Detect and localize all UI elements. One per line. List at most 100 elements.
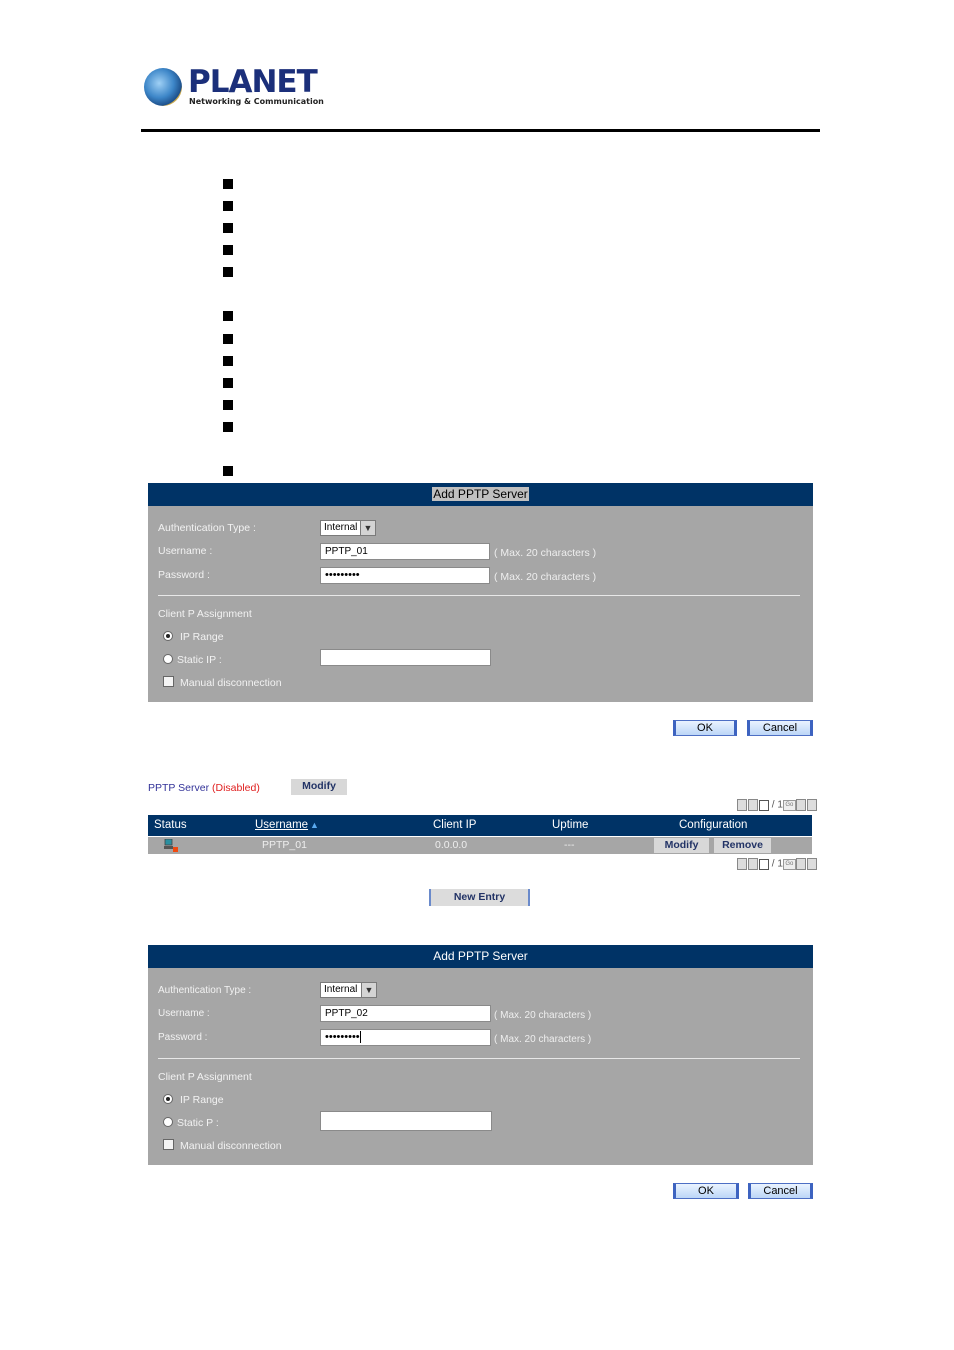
static-ip-label: Static IP : — [177, 654, 222, 666]
bullet-icon — [223, 356, 233, 366]
form1-divider — [158, 595, 800, 596]
client-ip-assignment-label: Client P Assignment — [158, 608, 252, 620]
password-value: ••••••••• — [325, 1031, 360, 1043]
next-page-icon[interactable] — [795, 858, 806, 870]
col-status: Status — [154, 819, 187, 831]
prev-page-icon[interactable] — [748, 799, 758, 811]
last-page-icon[interactable] — [806, 799, 817, 811]
password-label: Password : — [158, 569, 210, 581]
ip-range-radio[interactable] — [163, 1094, 173, 1104]
col-username-label: Username — [255, 819, 309, 831]
static-ip-label: Static P : — [177, 1117, 219, 1129]
auth-type-label: Authentication Type : — [158, 985, 252, 996]
pager-bottom: / 1 Go — [737, 858, 818, 871]
col-username-sort[interactable]: Username — [255, 815, 308, 836]
bullet-icon — [223, 267, 233, 277]
username-input[interactable]: PPTP_02 — [320, 1005, 491, 1022]
form1-title: Add PPTP Server — [432, 487, 529, 501]
form2-divider — [158, 1058, 800, 1059]
client-ip-assignment-label: Client P Assignment — [158, 1071, 252, 1083]
bullet-icon — [223, 378, 233, 388]
page-number-input[interactable] — [759, 858, 769, 870]
go-button[interactable]: Go — [782, 858, 796, 870]
bullet-icon — [223, 201, 233, 211]
manual-disconnection-checkbox[interactable] — [163, 1139, 174, 1150]
ip-range-radio[interactable] — [163, 631, 173, 641]
planet-logo-globe-icon — [144, 68, 182, 106]
static-ip-radio[interactable] — [163, 654, 173, 664]
new-entry-button[interactable]: New Entry — [429, 889, 530, 906]
username-hint: ( Max. 20 characters ) — [494, 547, 597, 559]
bullet-icon — [223, 334, 233, 344]
ip-range-label: IP Range — [180, 631, 224, 643]
form1-body — [148, 506, 813, 702]
auth-type-label: Authentication Type : — [158, 522, 256, 534]
auth-type-select[interactable]: Internal ▼ — [320, 982, 377, 998]
table-row: PPTP_01 0.0.0.0 --- Modify Remove — [148, 837, 812, 854]
col-configuration: Configuration — [679, 819, 748, 831]
brand-tagline: Networking & Communication — [189, 97, 324, 106]
page-total: / 1 — [771, 858, 783, 870]
form2-header: Add PPTP Server — [148, 945, 813, 968]
static-ip-input[interactable] — [320, 649, 491, 666]
pptp-server-modify-button[interactable]: Modify — [291, 779, 347, 795]
username-input[interactable]: PPTP_01 — [320, 543, 490, 560]
row-modify-button[interactable]: Modify — [654, 838, 709, 853]
manual-disconnection-checkbox[interactable] — [163, 676, 174, 687]
disconnected-status-icon — [164, 838, 178, 852]
cancel-button[interactable]: Cancel — [748, 1183, 813, 1199]
first-page-icon[interactable] — [737, 858, 747, 870]
auth-type-value: Internal — [324, 522, 358, 533]
chevron-down-icon[interactable]: ▼ — [361, 983, 376, 997]
form2-title: Add PPTP Server — [433, 949, 528, 963]
go-button[interactable]: Go — [782, 799, 796, 811]
auth-type-value: Internal — [324, 984, 358, 995]
bullet-icon — [223, 466, 233, 476]
ok-button[interactable]: OK — [673, 1183, 739, 1199]
last-page-icon[interactable] — [806, 858, 817, 870]
bullet-icon — [223, 223, 233, 233]
password-input[interactable]: ••••••••• — [320, 1029, 491, 1046]
chevron-down-icon[interactable]: ▼ — [360, 521, 375, 535]
form1-header: Add PPTP Server — [148, 483, 813, 506]
static-ip-input[interactable] — [320, 1111, 492, 1131]
password-label: Password : — [158, 1032, 208, 1043]
password-hint: ( Max. 20 characters ) — [494, 571, 597, 583]
table-header: Status Username ▲ Client IP Uptime Confi… — [148, 815, 812, 836]
text-cursor — [359, 1031, 361, 1044]
password-hint: ( Max. 20 characters ) — [494, 1034, 592, 1045]
row-client-ip: 0.0.0.0 — [435, 839, 468, 851]
row-uptime: --- — [564, 839, 575, 851]
header-divider — [141, 129, 820, 132]
col-uptime: Uptime — [552, 819, 589, 831]
static-ip-radio[interactable] — [163, 1117, 173, 1127]
pager-top: / 1 Go — [737, 799, 818, 812]
row-username: PPTP_01 — [262, 839, 307, 851]
brand-name: PLANET — [188, 64, 318, 100]
bullet-icon — [223, 245, 233, 255]
pptp-server-status: PPTP Server (Disabled) — [148, 781, 260, 795]
row-remove-button[interactable]: Remove — [714, 838, 771, 853]
bullet-icon — [223, 179, 233, 189]
pptp-server-disabled-badge: (Disabled) — [212, 782, 260, 794]
manual-disconnection-label: Manual disconnection — [180, 677, 282, 689]
page-number-input[interactable] — [759, 799, 769, 811]
pptp-server-title: PPTP Server — [148, 782, 210, 794]
first-page-icon[interactable] — [737, 799, 747, 811]
prev-page-icon[interactable] — [748, 858, 758, 870]
sort-ascending-icon: ▲ — [310, 820, 319, 830]
col-client-ip: Client IP — [433, 819, 477, 831]
username-label: Username : — [158, 1008, 210, 1019]
ip-range-label: IP Range — [180, 1094, 224, 1106]
manual-disconnection-label: Manual disconnection — [180, 1140, 282, 1152]
auth-type-select[interactable]: Internal ▼ — [320, 520, 376, 536]
bullet-icon — [223, 311, 233, 321]
cancel-button[interactable]: Cancel — [747, 720, 813, 736]
username-hint: ( Max. 20 characters ) — [494, 1010, 592, 1021]
page-total: / 1 — [771, 799, 783, 811]
next-page-icon[interactable] — [795, 799, 806, 811]
password-input[interactable]: ••••••••• — [320, 567, 490, 584]
bullet-icon — [223, 422, 233, 432]
bullet-icon — [223, 400, 233, 410]
ok-button[interactable]: OK — [673, 720, 737, 736]
